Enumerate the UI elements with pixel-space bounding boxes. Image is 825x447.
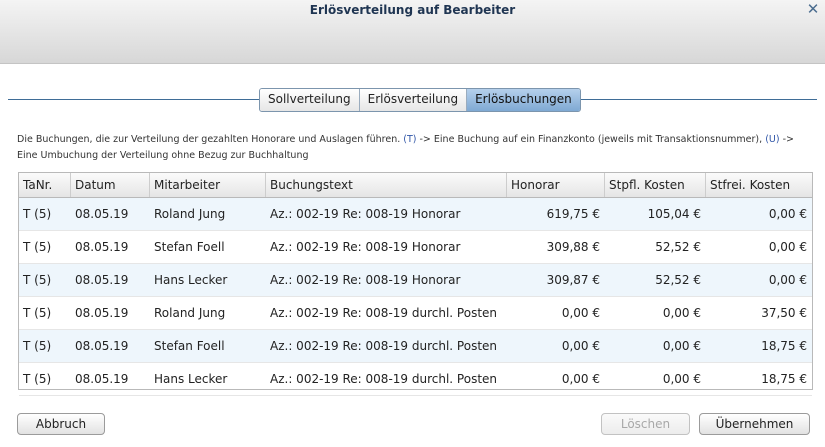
table-cell: 0,00 € [662,372,701,386]
table-cell: Az.: 002-19 Re: 008-19 durchl. Posten [270,372,498,386]
table-row[interactable]: T (5) 08.05.19 Hans Lecker Az.: 002-19 Re: … [19,363,812,396]
column-header[interactable]: Mitarbeiter [150,173,266,197]
table-cell: 0,00 € [768,240,807,254]
table-cell: Roland Jung [154,306,226,320]
column-header[interactable]: Buchungstext [266,173,507,197]
cancel-button[interactable]: Abbruch [17,413,105,435]
table-cell: T (5) [23,240,52,254]
table-cell: T (5) [23,207,52,221]
table-cell: 08.05.19 [75,306,129,320]
table-cell: T (5) [23,339,52,353]
window-title: Erlösverteilung auf Bearbeiter [309,3,516,17]
table-cell: 37,50 € [761,306,807,320]
table-cell: Stefan Foell [154,339,225,353]
table-cell: Roland Jung [154,207,226,221]
table-cell: 0,00 € [561,339,600,353]
table-cell: 309,88 € [546,240,600,254]
table-cell: 0,00 € [662,306,701,320]
table-cell: 08.05.19 [75,207,129,221]
table-cell: 08.05.19 [75,339,129,353]
table-cell: T (5) [23,273,52,287]
table-cell: 0,00 € [561,372,600,386]
table-cell: 08.05.19 [75,372,129,386]
close-icon[interactable]: ✕ [805,0,821,18]
table-cell: Az.: 002-19 Re: 008-19 Honorar [270,240,461,254]
tab-erloesverteilung[interactable]: Erlösverteilung [359,89,468,111]
table-cell: 309,87 € [546,273,600,287]
description-mark-t: (T) [403,134,417,145]
table-row[interactable]: T (5) 08.05.19 Roland Jung Az.: 002-19 Re: … [19,297,812,330]
table-cell: Hans Lecker [154,273,228,287]
window-titlebar: Erlösverteilung auf Bearbeiter ✕ [0,0,825,64]
tab-sollverteilung[interactable]: Sollverteilung [260,89,360,111]
table-row[interactable]: T (5) 08.05.19 Hans Lecker Az.: 002-19 Re: … [19,264,812,297]
table-cell: Hans Lecker [154,372,228,386]
tab-bar: Sollverteilung Erlösverteilung Erlösbuch… [259,88,581,112]
bookings-table: TaNr. Datum Mitarbeiter Buchungstext Honorar… [18,172,813,396]
table-cell: 619,75 € [546,207,600,221]
table-cell: T (5) [23,306,52,320]
table-cell: 18,75 € [761,339,807,353]
column-header[interactable]: TaNr. [19,173,71,197]
table-cell: 08.05.19 [75,273,129,287]
table-cell: Az.: 002-19 Re: 008-19 durchl. Posten [270,306,498,320]
table-cell: Az.: 002-19 Re: 008-19 durchl. Posten [270,339,498,353]
column-header[interactable]: Stpfl. Kosten [605,173,706,197]
table-cell: 52,52 € [655,273,701,287]
table-header: TaNr. Datum Mitarbeiter Buchungstext Honorar… [19,173,812,198]
table-cell: 0,00 € [662,339,701,353]
tab-erloesbuchungen[interactable]: Erlösbuchungen [467,89,580,111]
description-part1: Die Buchungen, die zur Verteilung der ge… [17,134,404,145]
description-text: Die Buchungen, die zur Verteilung der ge… [17,132,817,164]
table-cell: 18,75 € [761,372,807,386]
table-row[interactable]: T (5) 08.05.19 Stefan Foell Az.: 002-19 Re:… [19,330,812,363]
table-cell: 08.05.19 [75,240,129,254]
table-row[interactable]: T (5) 08.05.19 Roland Jung Az.: 002-19 Re: … [19,198,812,231]
description-mark-u: (U) [765,134,780,145]
table-cell: Az.: 002-19 Re: 008-19 Honorar [270,273,461,287]
description-part2: -> Eine Buchung auf ein Finanzkonto (jew… [416,134,766,145]
table-cell: 52,52 € [655,240,701,254]
table-row[interactable]: T (5) 08.05.19 Stefan Foell Az.: 002-19 Re:… [19,231,812,264]
table-cell: Stefan Foell [154,240,225,254]
apply-button[interactable]: Übernehmen [699,413,810,435]
column-header[interactable]: Honorar [507,173,605,197]
table-cell: 0,00 € [768,273,807,287]
table-cell: 0,00 € [768,207,807,221]
column-header[interactable]: Stfrei. Kosten [706,173,812,197]
table-cell: 0,00 € [561,306,600,320]
delete-button[interactable]: Löschen [601,413,690,435]
table-cell: T (5) [23,372,52,386]
table-cell: 105,04 € [647,207,701,221]
table-cell: Az.: 002-19 Re: 008-19 Honorar [270,207,461,221]
table-body: T (5) 08.05.19 Roland Jung Az.: 002-19 Re: … [19,198,812,396]
column-header[interactable]: Datum [71,173,150,197]
dialog-content: Sollverteilung Erlösverteilung Erlösbuch… [0,64,825,447]
